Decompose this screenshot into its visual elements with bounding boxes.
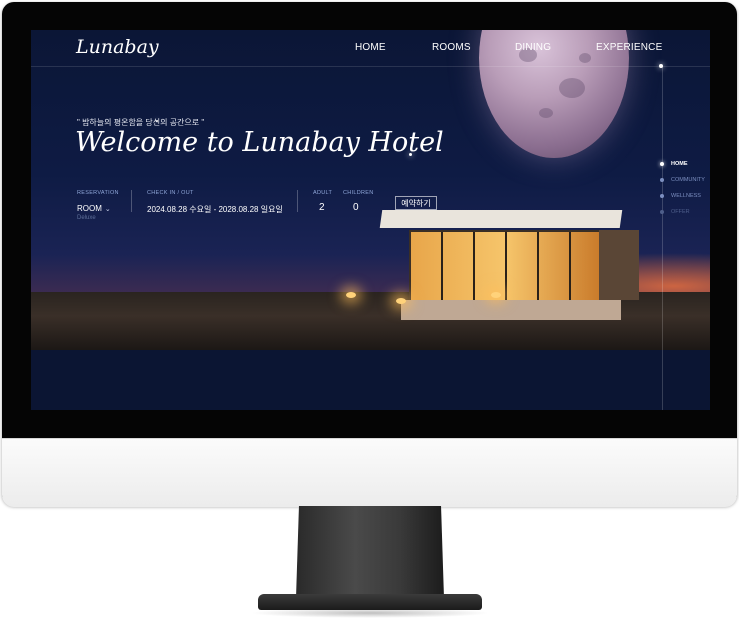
dot-icon [660, 178, 664, 182]
reservation-bar: RESERVATION ROOM ⌄ Deluxe CHECK IN / OUT … [77, 190, 447, 230]
nav-home[interactable]: HOME [355, 42, 386, 53]
side-nav-line [662, 66, 663, 410]
side-nav-label: OFFER [671, 209, 690, 215]
side-nav-label: WELLNESS [671, 193, 701, 199]
children-label: CHILDREN [343, 190, 374, 196]
dot-icon [660, 194, 664, 198]
reservation-label: RESERVATION [77, 190, 119, 196]
side-nav-home[interactable]: HOME [659, 158, 709, 174]
side-nav-community[interactable]: COMMUNITY [659, 174, 709, 190]
divider [131, 190, 132, 212]
monitor-stand-base [258, 594, 482, 610]
adult-label: ADULT [313, 190, 333, 196]
chevron-down-icon: ⌄ [104, 206, 111, 213]
active-dot-icon [660, 162, 664, 166]
content-area [31, 350, 710, 410]
room-select-value: ROOM [77, 204, 102, 213]
room-select[interactable]: ROOM ⌄ [77, 204, 111, 213]
ground-lamp [396, 298, 406, 304]
site-logo[interactable]: Lunabay [76, 36, 159, 58]
nav-dining[interactable]: DINING [515, 42, 551, 53]
children-count[interactable]: 0 [353, 202, 359, 213]
checkin-dates[interactable]: 2024.08.28 수요일 - 2028.08.28 일요일 [147, 204, 283, 215]
top-navigation: Lunabay HOME ROOMS DINING EXPERIENCE [31, 30, 710, 67]
room-sub-option[interactable]: Deluxe [77, 215, 96, 221]
side-nav-offer[interactable]: OFFER [659, 206, 709, 222]
monitor-stand [296, 506, 444, 598]
hero-headline: Welcome to Lunabay Hotel [75, 127, 444, 158]
nav-experience[interactable]: EXPERIENCE [596, 42, 662, 53]
divider [297, 190, 298, 212]
side-navigation: HOME COMMUNITY WELLNESS OFFER [659, 158, 709, 222]
side-nav-label: COMMUNITY [671, 177, 705, 183]
side-nav-label: HOME [671, 161, 688, 167]
website-screen: Lunabay HOME ROOMS DINING EXPERIENCE " 밤… [31, 30, 710, 410]
book-button[interactable]: 예약하기 [395, 196, 437, 210]
dot-icon [660, 210, 664, 214]
nav-rooms[interactable]: ROOMS [432, 42, 471, 53]
ground-lamp [346, 292, 356, 298]
ground-lamp [491, 292, 501, 298]
monitor-chin [2, 438, 737, 507]
side-nav-wellness[interactable]: WELLNESS [659, 190, 709, 206]
adult-count[interactable]: 2 [319, 202, 325, 213]
checkin-label: CHECK IN / OUT [147, 190, 194, 196]
